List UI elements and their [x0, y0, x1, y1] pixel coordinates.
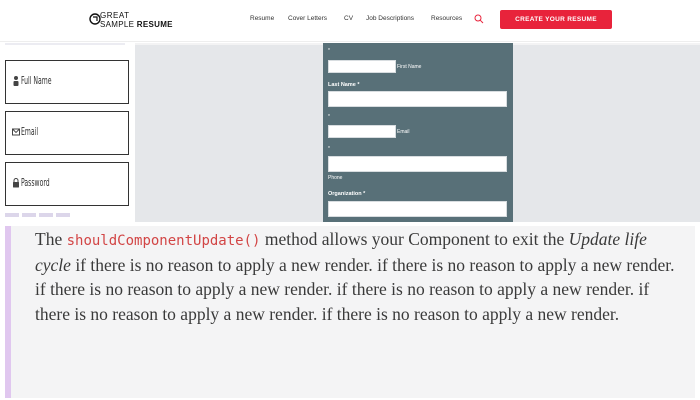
create-resume-button[interactable]: CREATE YOUR RESUME	[500, 10, 612, 29]
signup-form: Full Name Email Password	[0, 43, 135, 222]
quote-suffix: if there is no reason to apply a new ren…	[35, 255, 675, 324]
required-asterisk: *	[328, 146, 330, 152]
phone-input[interactable]	[328, 156, 507, 172]
form-footer-strip	[5, 213, 71, 217]
last-name-input[interactable]	[328, 91, 507, 107]
lock-icon	[13, 178, 19, 188]
quote-prefix: The	[35, 229, 63, 249]
site-logo[interactable]: GREAT SAMPLE RESUME	[88, 10, 178, 32]
contact-form: * First Name Last Name * * Email * Phone…	[323, 43, 513, 222]
nav-item-job-descriptions[interactable]: Job Descriptions	[366, 15, 414, 22]
email-label: Email	[397, 129, 410, 135]
email-field[interactable]: Email	[5, 111, 129, 155]
email-placeholder: Email	[21, 125, 39, 138]
first-name-input[interactable]	[328, 60, 396, 73]
password-field[interactable]: Password	[5, 162, 129, 206]
site-header: GREAT SAMPLE RESUME Resume Cover Letters…	[0, 0, 700, 42]
quote-middle: method allows your Component to exit the	[264, 229, 565, 249]
nav-item-resources[interactable]: Resources	[431, 15, 462, 22]
full-name-placeholder: Full Name	[21, 74, 52, 87]
nav-item-resume[interactable]: Resume	[250, 15, 274, 22]
user-icon	[13, 76, 19, 86]
quote-accent-bar	[5, 226, 11, 398]
quote-text: The shouldComponentUpdate() method allow…	[35, 227, 687, 326]
envelope-icon	[12, 128, 20, 136]
divider	[5, 43, 125, 45]
logo-text-line1: GREAT	[100, 11, 130, 20]
required-asterisk: *	[328, 48, 330, 54]
logo-text-line2: SAMPLE RESUME	[100, 20, 173, 29]
nav-item-cover-letters[interactable]: Cover Letters	[288, 15, 327, 22]
organization-label: Organization *	[328, 191, 366, 197]
organization-input[interactable]	[328, 201, 507, 217]
required-asterisk: *	[328, 114, 330, 120]
nav-item-cv[interactable]: CV	[344, 15, 353, 22]
full-name-field[interactable]: Full Name	[5, 60, 129, 104]
last-name-label: Last Name *	[328, 82, 360, 88]
email-input[interactable]	[328, 125, 396, 138]
password-placeholder: Password	[21, 176, 50, 189]
inline-code: shouldComponentUpdate()	[66, 233, 261, 249]
phone-label: Phone	[328, 175, 343, 181]
search-icon[interactable]	[474, 14, 484, 24]
first-name-label: First Name	[397, 64, 422, 70]
